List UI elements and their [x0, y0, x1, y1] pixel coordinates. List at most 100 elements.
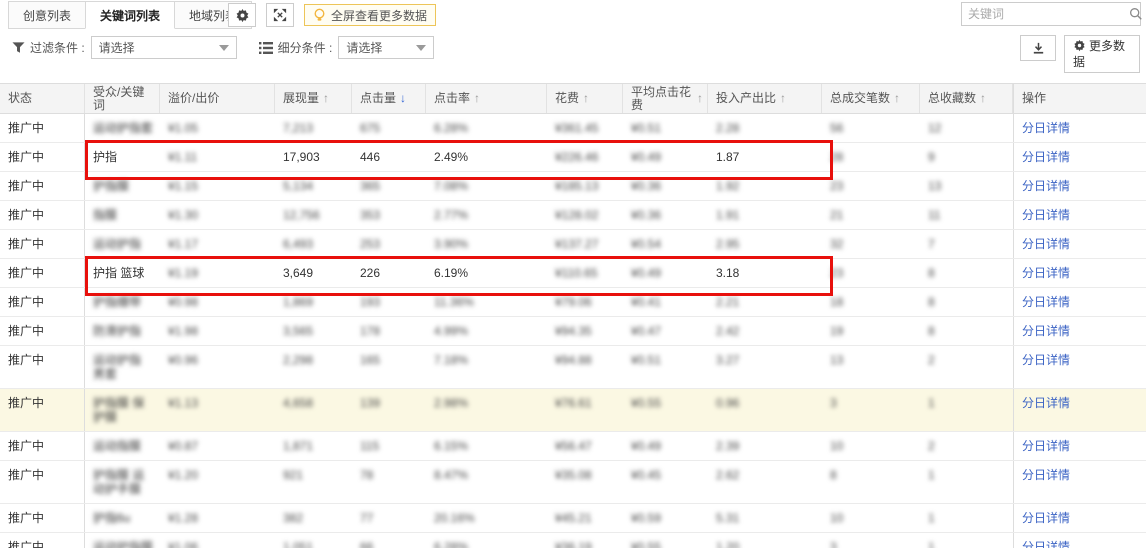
column-header[interactable]: 点击率↑	[426, 84, 547, 113]
table-row: 推广中运动指膜¥0.871,8711156.15%¥56.47¥0.492.39…	[0, 432, 1146, 461]
column-header[interactable]: 总成交笔数↑	[822, 84, 920, 113]
tab-creative-list[interactable]: 创意列表	[8, 1, 86, 29]
chevron-down-icon	[416, 45, 426, 51]
value-cell: ¥1.13	[160, 389, 275, 431]
segment-select[interactable]: 请选择	[338, 36, 434, 59]
sort-asc-icon[interactable]: ↑	[583, 92, 589, 105]
value-cell: ¥1.05	[160, 114, 275, 142]
value-cell: 2.28	[708, 114, 822, 142]
settings-button[interactable]	[228, 3, 256, 27]
value-cell: 8.47%	[426, 461, 547, 503]
keyword-cell: 护指绷带	[85, 288, 160, 316]
daily-detail-link[interactable]: 分日详情	[1022, 396, 1070, 410]
sort-asc-icon[interactable]: ↑	[780, 92, 786, 105]
sort-asc-icon[interactable]: ↑	[894, 92, 900, 105]
value-cell: 5,134	[275, 172, 352, 200]
value-cell: 6.19%	[426, 259, 547, 287]
keyword-cell: 护指膜	[85, 172, 160, 200]
value-cell: 3	[822, 533, 920, 548]
value-cell: 1	[920, 461, 1013, 503]
daily-detail-link[interactable]: 分日详情	[1022, 468, 1070, 482]
action-cell: 分日详情	[1013, 259, 1146, 287]
daily-detail-link[interactable]: 分日详情	[1022, 439, 1070, 453]
keyword-cell: 运动护指膜	[85, 533, 160, 548]
filter-select[interactable]: 请选择	[91, 36, 237, 59]
status-cell: 推广中	[0, 346, 85, 388]
funnel-icon	[12, 41, 25, 54]
value-cell: 6.28%	[426, 114, 547, 142]
value-cell: 382	[275, 504, 352, 532]
daily-detail-link[interactable]: 分日详情	[1022, 540, 1070, 548]
value-cell: 23	[822, 259, 920, 287]
column-header[interactable]: 点击量↓	[352, 84, 426, 113]
value-cell: ¥0.36	[623, 201, 708, 229]
value-cell: 226	[352, 259, 426, 287]
sort-asc-icon[interactable]: ↑	[980, 92, 986, 105]
action-cell: 分日详情	[1013, 201, 1146, 229]
daily-detail-link[interactable]: 分日详情	[1022, 324, 1070, 338]
value-cell: ¥0.54	[623, 230, 708, 258]
value-cell: ¥0.98	[160, 288, 275, 316]
value-cell: ¥0.49	[623, 432, 708, 460]
keyword-cell: 护指膜 运动护手膜	[85, 461, 160, 503]
column-header: 状态	[0, 84, 85, 113]
keyword-cell: 护指 篮球	[85, 259, 160, 287]
daily-detail-link[interactable]: 分日详情	[1022, 121, 1070, 135]
expand-button[interactable]	[266, 3, 294, 27]
sort-asc-icon[interactable]: ↑	[474, 92, 480, 105]
value-cell: ¥1.19	[160, 259, 275, 287]
action-cell: 分日详情	[1013, 432, 1146, 460]
sort-desc-icon[interactable]: ↓	[400, 92, 406, 105]
keyword-cell: 护指膜 保护膜	[85, 389, 160, 431]
column-header[interactable]: 花费↑	[547, 84, 623, 113]
daily-detail-link[interactable]: 分日详情	[1022, 295, 1070, 309]
value-cell: ¥79.06	[547, 288, 623, 316]
tab-keyword-list[interactable]: 关键词列表	[85, 1, 175, 29]
search-icon[interactable]	[1129, 7, 1143, 21]
sort-asc-icon[interactable]: ↑	[697, 92, 703, 105]
bulb-icon	[313, 8, 326, 22]
daily-detail-link[interactable]: 分日详情	[1022, 237, 1070, 251]
value-cell: 8	[920, 288, 1013, 316]
value-cell: ¥0.55	[623, 533, 708, 548]
status-cell: 推广中	[0, 504, 85, 532]
value-cell: 12	[920, 114, 1013, 142]
value-cell: ¥0.47	[623, 317, 708, 345]
value-cell: ¥0.87	[160, 432, 275, 460]
value-cell: 23	[822, 172, 920, 200]
more-data-button[interactable]: 更多数据	[1064, 35, 1140, 73]
value-cell: ¥226.46	[547, 143, 623, 171]
sort-asc-icon[interactable]: ↑	[323, 92, 329, 105]
keyword-search-input[interactable]	[962, 7, 1129, 21]
status-cell: 推广中	[0, 389, 85, 431]
column-header: 受众/关键词	[85, 84, 160, 113]
fullscreen-button-label: 全屏查看更多数据	[331, 7, 427, 24]
column-header[interactable]: 展现量↑	[275, 84, 352, 113]
value-cell: 2.42	[708, 317, 822, 345]
status-cell: 推广中	[0, 114, 85, 142]
value-cell: 4,658	[275, 389, 352, 431]
daily-detail-link[interactable]: 分日详情	[1022, 353, 1070, 367]
value-cell: ¥0.59	[623, 504, 708, 532]
download-button[interactable]	[1020, 35, 1056, 61]
keyword-cell: 运动护指	[85, 230, 160, 258]
value-cell: 12,756	[275, 201, 352, 229]
daily-detail-link[interactable]: 分日详情	[1022, 179, 1070, 193]
column-header[interactable]: 平均点击花费↑	[623, 84, 708, 113]
value-cell: 13	[822, 346, 920, 388]
value-cell: 56	[822, 114, 920, 142]
column-header[interactable]: 总收藏数↑	[920, 84, 1013, 113]
daily-detail-link[interactable]: 分日详情	[1022, 266, 1070, 280]
daily-detail-link[interactable]: 分日详情	[1022, 150, 1070, 164]
value-cell: 2,298	[275, 346, 352, 388]
value-cell: ¥1.06	[160, 533, 275, 548]
daily-detail-link[interactable]: 分日详情	[1022, 208, 1070, 222]
download-icon	[1031, 41, 1046, 56]
value-cell: 1.91	[708, 201, 822, 229]
daily-detail-link[interactable]: 分日详情	[1022, 511, 1070, 525]
value-cell: 2.62	[708, 461, 822, 503]
status-cell: 推广中	[0, 461, 85, 503]
fullscreen-more-data-button[interactable]: 全屏查看更多数据	[304, 4, 436, 26]
value-cell: 446	[352, 143, 426, 171]
column-header[interactable]: 投入产出比↑	[708, 84, 822, 113]
